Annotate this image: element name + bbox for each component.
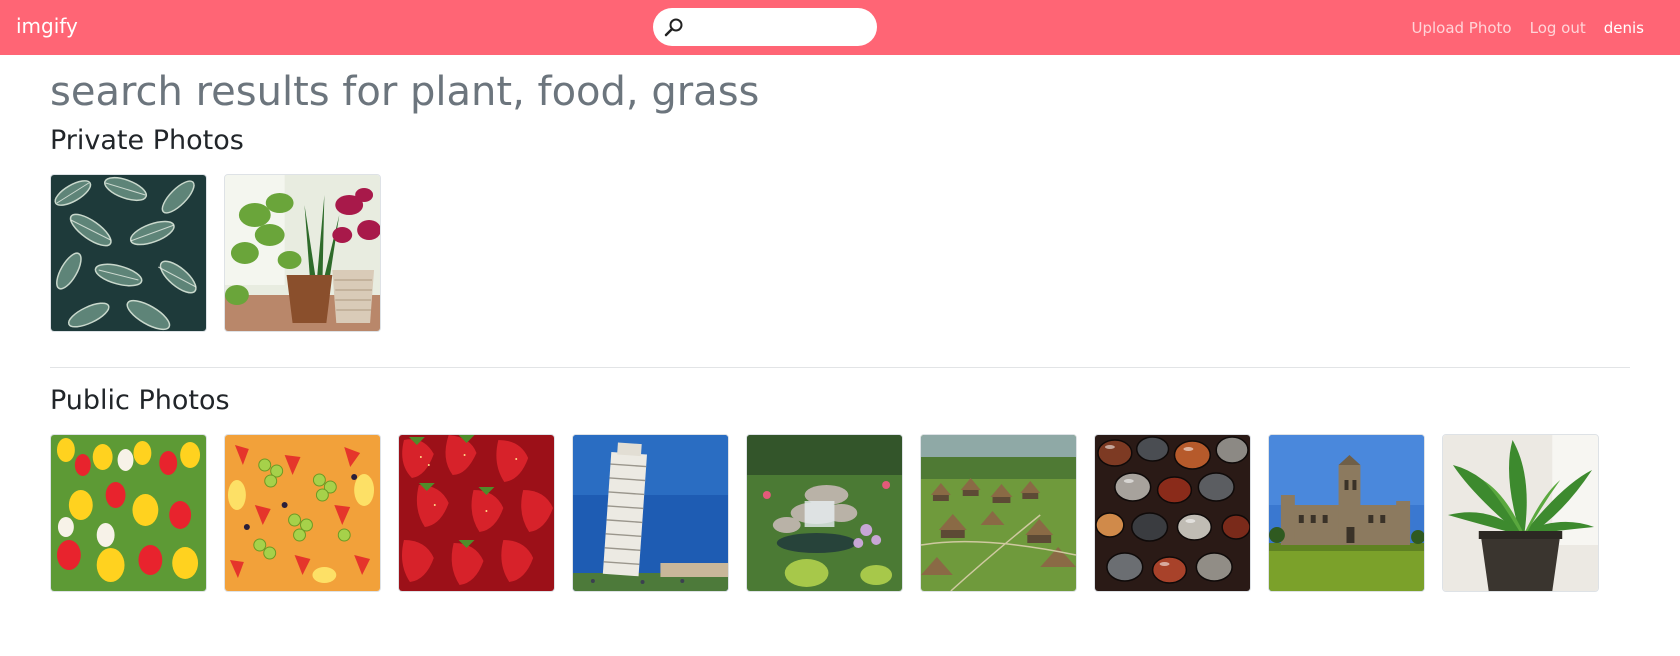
fruit-platter-photo[interactable] (224, 434, 381, 592)
village-huts-photo[interactable] (920, 434, 1077, 592)
polished-stones-photo[interactable] (1094, 434, 1251, 592)
potted-houseplants-photo[interactable] (224, 174, 381, 332)
public-photo-grid (50, 434, 1599, 592)
section-divider (50, 367, 1630, 368)
leaning-tower-photo[interactable] (572, 434, 729, 592)
private-photo-grid (50, 174, 381, 332)
nav-links: Upload Photo Log out denis (1411, 19, 1644, 37)
search-box[interactable] (653, 8, 877, 46)
page-title: search results for plant, food, grass (50, 69, 760, 115)
logout-link[interactable]: Log out (1530, 19, 1586, 37)
search-icon (663, 16, 685, 38)
tulips-photo[interactable] (50, 434, 207, 592)
university-building-photo[interactable] (1268, 434, 1425, 592)
navbar: imgify Upload Photo Log out denis (0, 0, 1680, 55)
peace-lily-photo[interactable] (1442, 434, 1599, 592)
upload-photo-link[interactable]: Upload Photo (1411, 19, 1511, 37)
striped-leaves-photo[interactable] (50, 174, 207, 332)
user-profile-link[interactable]: denis (1604, 19, 1644, 37)
search-input[interactable] (689, 13, 869, 43)
garden-waterfall-photo[interactable] (746, 434, 903, 592)
strawberries-photo[interactable] (398, 434, 555, 592)
brand-logo-link[interactable]: imgify (16, 14, 78, 38)
public-photos-heading: Public Photos (50, 385, 230, 416)
private-photos-heading: Private Photos (50, 125, 244, 156)
